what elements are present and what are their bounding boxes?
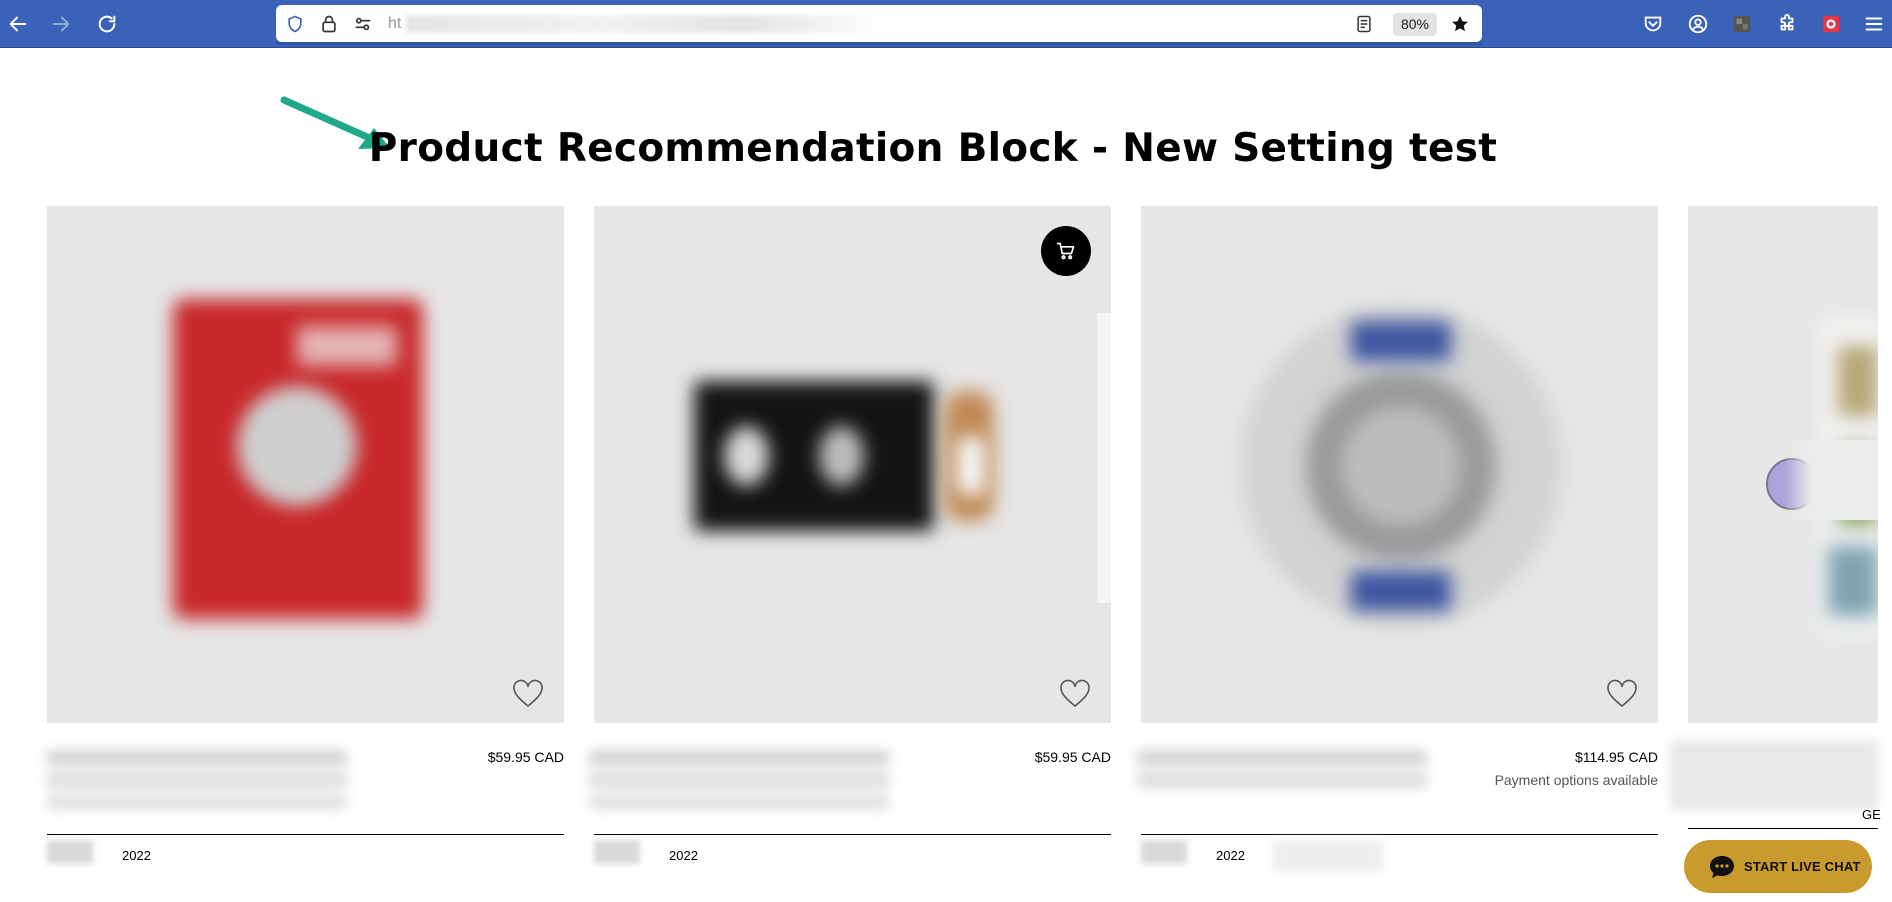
back-button[interactable] xyxy=(3,9,33,39)
product-card[interactable]: $114.95 CAD Payment options available 20… xyxy=(1137,206,1658,872)
account-button[interactable] xyxy=(1683,9,1713,39)
reload-button[interactable] xyxy=(92,9,122,39)
wishlist-heart-icon[interactable] xyxy=(512,679,544,709)
product-price: $59.95 CAD xyxy=(487,749,564,765)
product-card[interactable]: $59.95 CAD 2022 xyxy=(47,206,564,864)
menu-button[interactable] xyxy=(1859,9,1889,39)
chat-bubble-icon xyxy=(1710,855,1734,878)
zoom-level[interactable]: 80% xyxy=(1393,13,1437,36)
pocket-button[interactable] xyxy=(1638,9,1668,39)
partial-card-text: GE xyxy=(1862,807,1881,822)
star-icon[interactable] xyxy=(1449,13,1471,35)
product-price: $59.95 CAD xyxy=(1034,749,1111,765)
product-name-redacted xyxy=(1137,751,1427,793)
product-name-redacted xyxy=(1670,740,1878,810)
start-live-chat-button[interactable]: START LIVE CHAT xyxy=(1684,840,1872,893)
reload-icon xyxy=(98,15,116,33)
account-icon xyxy=(1688,14,1708,34)
product-info: $59.95 CAD 2022 xyxy=(47,741,564,864)
arrow-left-icon xyxy=(9,16,27,32)
browser-toolbar: ht 80% xyxy=(0,0,1892,48)
product-info: $59.95 CAD 2022 xyxy=(589,741,1111,864)
extensions-button[interactable] xyxy=(1772,9,1802,39)
product-card[interactable]: $59.95 CAD 2022 xyxy=(589,206,1111,864)
wishlist-heart-icon[interactable] xyxy=(1606,679,1638,709)
product-image[interactable] xyxy=(594,206,1111,723)
add-to-cart-button[interactable] xyxy=(1041,226,1091,276)
pocket-icon xyxy=(1644,16,1662,32)
product-name-redacted xyxy=(589,751,889,813)
addon-badge-icon xyxy=(1822,15,1840,33)
url-redacted xyxy=(406,15,886,33)
lock-icon[interactable] xyxy=(318,13,340,35)
product-image[interactable] xyxy=(1141,206,1658,723)
extension-thumbnail-button[interactable] xyxy=(1727,9,1757,39)
address-bar[interactable]: ht 80% xyxy=(276,5,1482,45)
cart-icon xyxy=(1056,242,1075,260)
wishlist-heart-icon[interactable] xyxy=(1059,679,1091,709)
hamburger-menu-icon xyxy=(1865,17,1883,31)
puzzle-icon xyxy=(1780,13,1794,31)
addon-button[interactable] xyxy=(1816,9,1846,39)
forward-button[interactable] xyxy=(46,9,76,39)
product-year: 2022 xyxy=(669,848,698,863)
url-text: ht xyxy=(388,15,402,32)
payment-options-text[interactable]: Payment options available xyxy=(1495,772,1658,788)
product-name-redacted xyxy=(47,751,347,813)
shield-icon[interactable] xyxy=(284,13,306,35)
extension-thumbnail-icon xyxy=(1733,15,1751,33)
product-year: 2022 xyxy=(122,848,151,863)
product-info: $114.95 CAD Payment options available 20… xyxy=(1137,741,1658,872)
product-price: $114.95 CAD xyxy=(1574,749,1658,765)
permissions-icon[interactable] xyxy=(352,13,374,35)
product-image[interactable] xyxy=(47,206,564,723)
page-title: Product Recommendation Block - New Setti… xyxy=(368,126,1498,171)
product-year: 2022 xyxy=(1216,848,1245,863)
chat-label: START LIVE CHAT xyxy=(1744,859,1861,874)
arrow-right-icon xyxy=(52,16,70,32)
reader-view-icon[interactable] xyxy=(1353,13,1375,35)
